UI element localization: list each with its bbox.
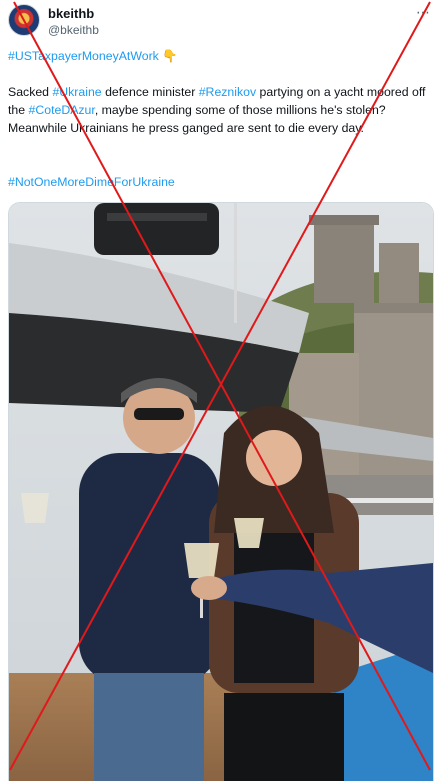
hashtag-reznikov[interactable]: #Reznikov xyxy=(199,85,256,99)
yacht-photo-illustration xyxy=(9,203,433,781)
tweet-header: bkeithb @bkeithb ⋯ xyxy=(8,4,433,40)
more-options-icon[interactable]: ⋯ xyxy=(416,4,431,21)
author-name[interactable]: bkeithb xyxy=(48,6,94,21)
author-handle[interactable]: @bkeithb xyxy=(48,23,99,37)
hashtag-ustaxpayermoneyatwork[interactable]: #USTaxpayerMoneyAtWork xyxy=(8,49,159,63)
hashtag-cotedazur[interactable]: #CoteDAzur xyxy=(29,103,95,117)
hashtag-ukraine[interactable]: #Ukraine xyxy=(52,85,101,99)
tweet-line-hashtag: #USTaxpayerMoneyAtWork 👇 xyxy=(8,47,432,65)
hashtag-notonemoredimeforukraine[interactable]: #NotOneMoreDimeForUkraine xyxy=(8,175,175,189)
tweet-text-part: Sacked xyxy=(8,85,53,99)
point-down-emoji: 👇 xyxy=(162,49,178,63)
tweet-body: Sacked #Ukraine defence minister #Reznik… xyxy=(8,83,432,137)
tweet-text-part: defence minister xyxy=(101,85,199,99)
tweet-photo[interactable] xyxy=(8,202,434,781)
tweet-line-hashtag-2: #NotOneMoreDimeForUkraine xyxy=(8,173,432,191)
avatar[interactable] xyxy=(8,4,40,36)
